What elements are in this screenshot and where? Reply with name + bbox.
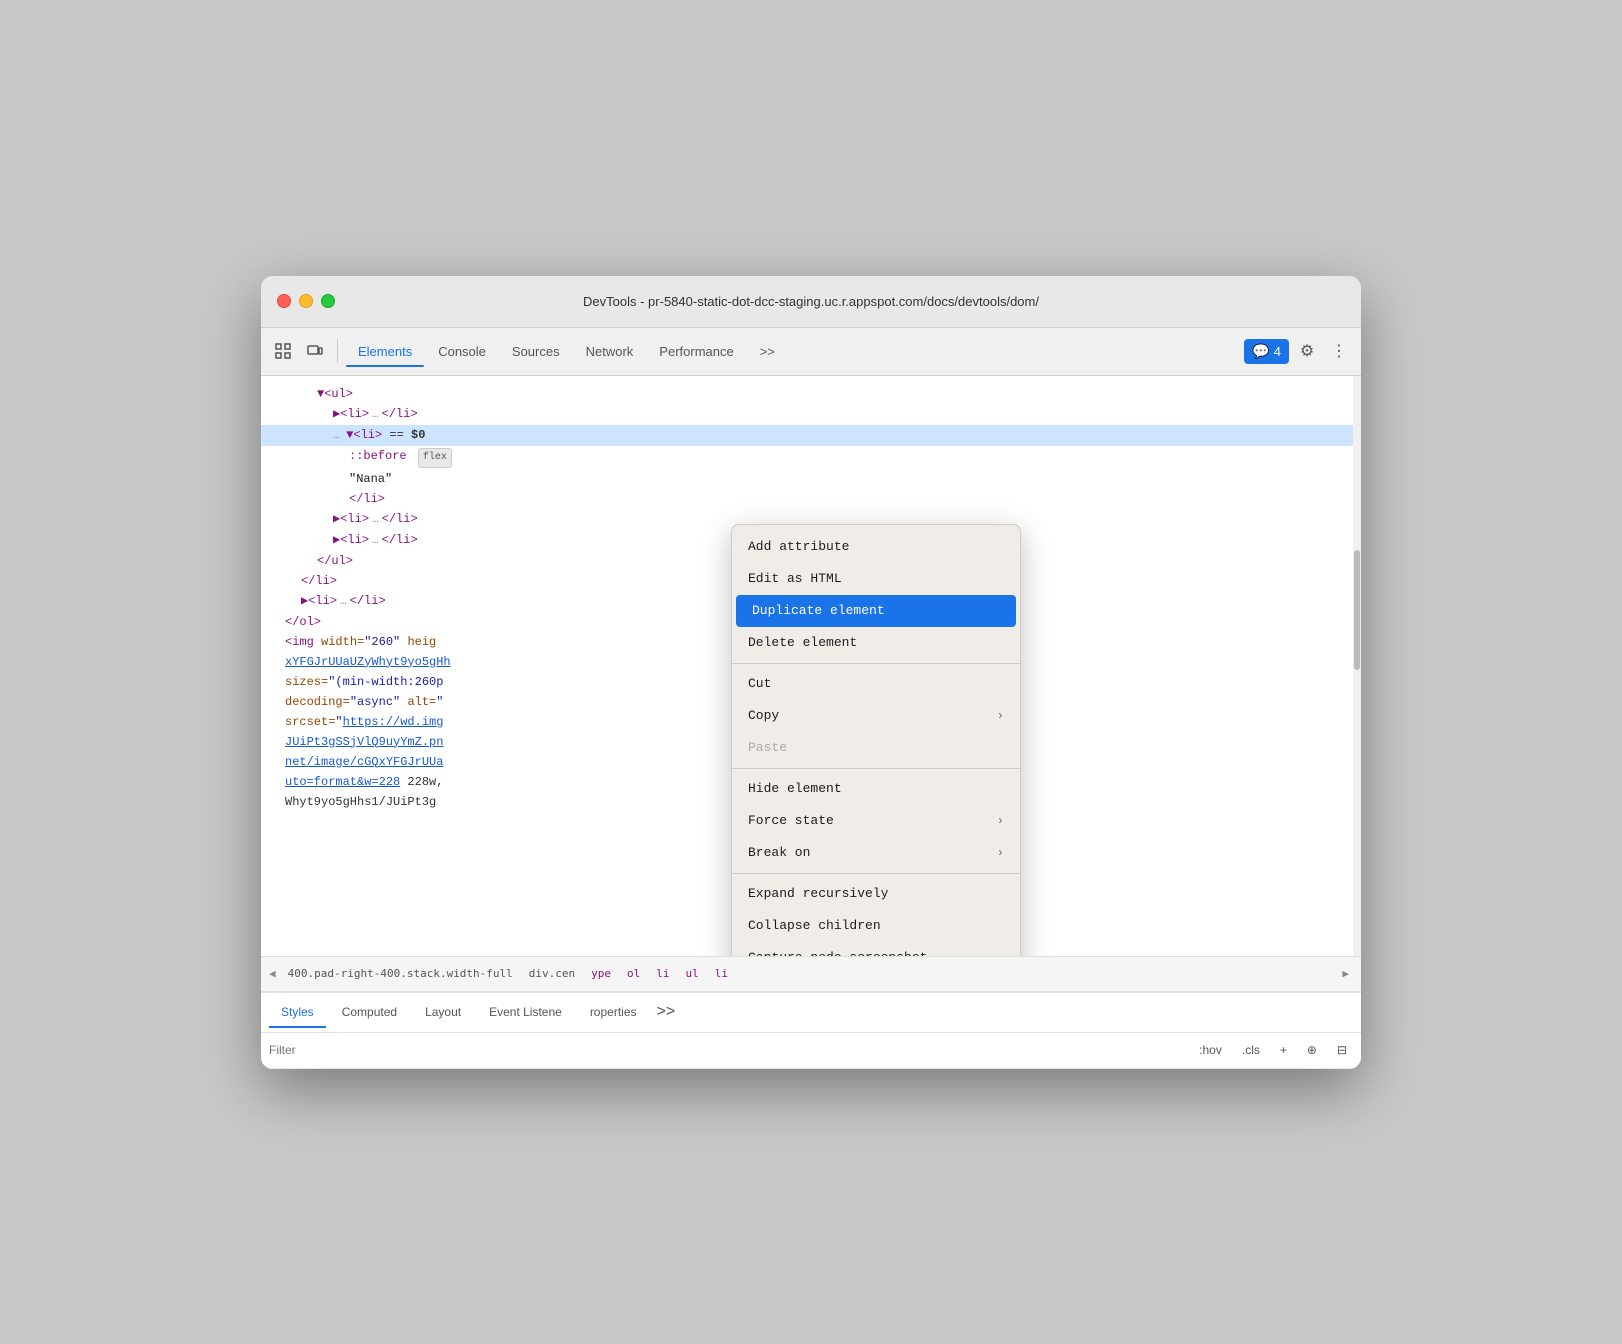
- close-button[interactable]: [277, 294, 291, 308]
- breadcrumb-item-6[interactable]: ul: [682, 965, 703, 982]
- window-title: DevTools - pr-5840-static-dot-dcc-stagin…: [583, 294, 1039, 309]
- cls-button[interactable]: .cls: [1236, 1041, 1266, 1059]
- tab-performance[interactable]: Performance: [647, 338, 745, 365]
- breadcrumb-bar: ◀ 400.pad-right-400.stack.width-full div…: [261, 956, 1361, 992]
- menu-item-expand-recursively[interactable]: Expand recursively: [732, 878, 1020, 910]
- dom-line: </li>: [261, 489, 1361, 509]
- dom-line: ::before flex: [261, 446, 1361, 469]
- tab-layout[interactable]: Layout: [413, 997, 473, 1027]
- context-menu: Add attribute Edit as HTML Duplicate ele…: [731, 524, 1021, 956]
- filter-bar: :hov .cls + ⊕ ⊟: [261, 1033, 1361, 1069]
- chevron-right-icon: ›: [997, 843, 1004, 863]
- dom-line: ▼<ul>: [261, 384, 1361, 404]
- menu-item-hide-element[interactable]: Hide element: [732, 773, 1020, 805]
- tab-sources[interactable]: Sources: [500, 338, 572, 365]
- tab-network[interactable]: Network: [574, 338, 646, 365]
- copy-styles-button[interactable]: ⊕: [1301, 1041, 1323, 1059]
- tab-more[interactable]: >>: [653, 995, 680, 1029]
- hov-button[interactable]: :hov: [1193, 1041, 1228, 1059]
- menu-divider-2: [732, 768, 1020, 769]
- traffic-lights: [277, 294, 335, 308]
- breadcrumb-nav-left[interactable]: ◀: [269, 967, 276, 980]
- menu-item-paste: Paste: [732, 732, 1020, 764]
- chevron-right-icon: ›: [997, 706, 1004, 726]
- filter-actions: :hov .cls + ⊕ ⊟: [1193, 1041, 1353, 1059]
- menu-item-collapse-children[interactable]: Collapse children: [732, 910, 1020, 942]
- dom-line: ▶<li>…</li>: [261, 404, 1361, 425]
- menu-item-copy[interactable]: Copy ›: [732, 700, 1020, 732]
- console-badge[interactable]: 💬 4: [1244, 339, 1289, 364]
- breadcrumb-nav-right[interactable]: ▶: [1342, 967, 1349, 980]
- menu-item-break-on[interactable]: Break on ›: [732, 837, 1020, 869]
- menu-item-add-attribute[interactable]: Add attribute: [732, 531, 1020, 563]
- dom-line-selected[interactable]: … ▼<li> == $0: [261, 425, 1361, 446]
- tab-properties[interactable]: roperties: [578, 997, 649, 1027]
- filter-input[interactable]: [269, 1043, 1185, 1057]
- scrollbar-track[interactable]: [1353, 376, 1361, 956]
- settings-icon[interactable]: ⚙: [1293, 337, 1321, 365]
- add-style-button[interactable]: +: [1274, 1041, 1293, 1059]
- tab-more[interactable]: >>: [748, 338, 787, 365]
- dom-panel: ▼<ul> ▶<li>…</li> … ▼<li> == $0 ::before…: [261, 376, 1361, 956]
- menu-divider-1: [732, 663, 1020, 664]
- breadcrumb-item-4[interactable]: ol: [623, 965, 644, 982]
- toolbar-tabs: Elements Console Sources Network Perform…: [346, 338, 1240, 365]
- breadcrumb-item-2[interactable]: div.cen: [525, 965, 579, 982]
- more-options-icon[interactable]: ⋮: [1325, 337, 1353, 365]
- tab-styles[interactable]: Styles: [269, 997, 326, 1027]
- chevron-right-icon: ›: [997, 811, 1004, 831]
- titlebar: DevTools - pr-5840-static-dot-dcc-stagin…: [261, 276, 1361, 328]
- menu-divider-3: [732, 873, 1020, 874]
- device-icon[interactable]: [301, 337, 329, 365]
- breadcrumb-item-3[interactable]: ype: [587, 965, 615, 982]
- cursor-icon[interactable]: [269, 337, 297, 365]
- menu-item-cut[interactable]: Cut: [732, 668, 1020, 700]
- bottom-panel: Styles Computed Layout Event Listene rop…: [261, 992, 1361, 1069]
- tab-event-listeners[interactable]: Event Listene: [477, 997, 574, 1027]
- bottom-tabs: Styles Computed Layout Event Listene rop…: [261, 993, 1361, 1033]
- toolbar-divider: [337, 339, 338, 363]
- breadcrumb-item-1[interactable]: 400.pad-right-400.stack.width-full: [284, 965, 517, 982]
- menu-item-delete-element[interactable]: Delete element: [732, 627, 1020, 659]
- breadcrumb-item-5[interactable]: li: [652, 965, 673, 982]
- devtools-content: ▼<ul> ▶<li>…</li> … ▼<li> == $0 ::before…: [261, 376, 1361, 1069]
- tab-computed[interactable]: Computed: [330, 997, 409, 1027]
- scrollbar-thumb[interactable]: [1354, 550, 1360, 670]
- menu-item-capture-node-screenshot[interactable]: Capture node screenshot: [732, 942, 1020, 956]
- devtools-window: DevTools - pr-5840-static-dot-dcc-stagin…: [261, 276, 1361, 1069]
- style-settings-button[interactable]: ⊟: [1331, 1041, 1353, 1059]
- tab-console[interactable]: Console: [426, 338, 498, 365]
- dom-line: "Nana": [261, 469, 1361, 489]
- tab-elements[interactable]: Elements: [346, 338, 424, 365]
- minimize-button[interactable]: [299, 294, 313, 308]
- menu-item-edit-html[interactable]: Edit as HTML: [732, 563, 1020, 595]
- toolbar-right: 💬 4 ⚙ ⋮: [1244, 337, 1353, 365]
- maximize-button[interactable]: [321, 294, 335, 308]
- breadcrumb-item-7[interactable]: li: [711, 965, 732, 982]
- devtools-toolbar: Elements Console Sources Network Perform…: [261, 328, 1361, 376]
- menu-item-force-state[interactable]: Force state ›: [732, 805, 1020, 837]
- menu-item-duplicate-element[interactable]: Duplicate element: [736, 595, 1016, 627]
